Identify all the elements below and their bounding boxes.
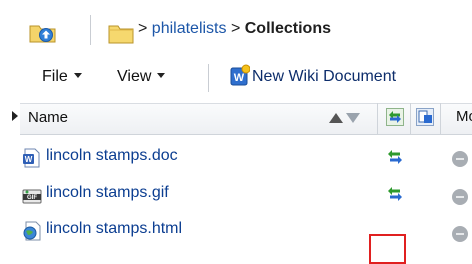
file-menu[interactable]: File — [42, 68, 82, 86]
document-type-column-icon[interactable] — [416, 108, 434, 126]
sync-icon[interactable] — [386, 185, 404, 203]
file-name-link[interactable]: lincoln stamps.html — [46, 220, 182, 238]
html-icon — [23, 221, 41, 241]
column-divider[interactable] — [377, 103, 378, 134]
sort-ascending-icon[interactable] — [329, 113, 343, 123]
breadcrumb-bar: > philatelists > Collections — [0, 0, 472, 56]
sync-column-icon[interactable] — [386, 108, 404, 126]
svg-text:GIF: GIF — [27, 195, 37, 201]
gif-icon: GIF — [22, 189, 42, 204]
toolbar-divider — [208, 64, 209, 92]
svg-text:W: W — [25, 155, 33, 164]
column-header-name[interactable]: Name — [28, 109, 68, 126]
chevron-down-icon — [157, 73, 166, 79]
breadcrumb-path: > philatelists > Collections — [138, 20, 331, 38]
folder-up-icon[interactable] — [29, 21, 57, 43]
chevron-down-icon — [73, 73, 82, 79]
column-divider[interactable] — [440, 103, 441, 134]
breadcrumb-current: Collections — [244, 20, 331, 37]
new-wiki-document-icon[interactable]: W — [230, 64, 250, 86]
new-wiki-document-button[interactable]: New Wiki Document — [252, 68, 396, 86]
folder-icon[interactable] — [108, 22, 134, 44]
breadcrumb-link-philatelists[interactable]: philatelists — [152, 20, 227, 37]
file-menu-label: File — [42, 68, 68, 85]
row-marker-icon — [12, 111, 18, 121]
view-menu[interactable]: View — [117, 68, 166, 86]
status-icon — [452, 226, 468, 242]
view-menu-label: View — [117, 68, 152, 85]
sort-descending-icon[interactable] — [346, 113, 360, 123]
grid-header: Name — [20, 103, 472, 135]
word-doc-icon: W — [23, 148, 40, 168]
breadcrumb-separator: > — [138, 20, 148, 37]
breadcrumb-divider — [90, 15, 91, 45]
file-name-link[interactable]: lincoln stamps.gif — [46, 184, 169, 202]
sync-icon[interactable] — [386, 148, 404, 166]
column-header-truncated[interactable]: Mo — [456, 108, 472, 125]
column-divider[interactable] — [410, 103, 411, 134]
highlight-box — [369, 234, 406, 264]
svg-text:W: W — [234, 72, 245, 84]
status-icon — [452, 189, 468, 205]
file-name-link[interactable]: lincoln stamps.doc — [46, 147, 178, 165]
status-icon — [452, 151, 468, 167]
breadcrumb-separator: > — [230, 20, 241, 37]
